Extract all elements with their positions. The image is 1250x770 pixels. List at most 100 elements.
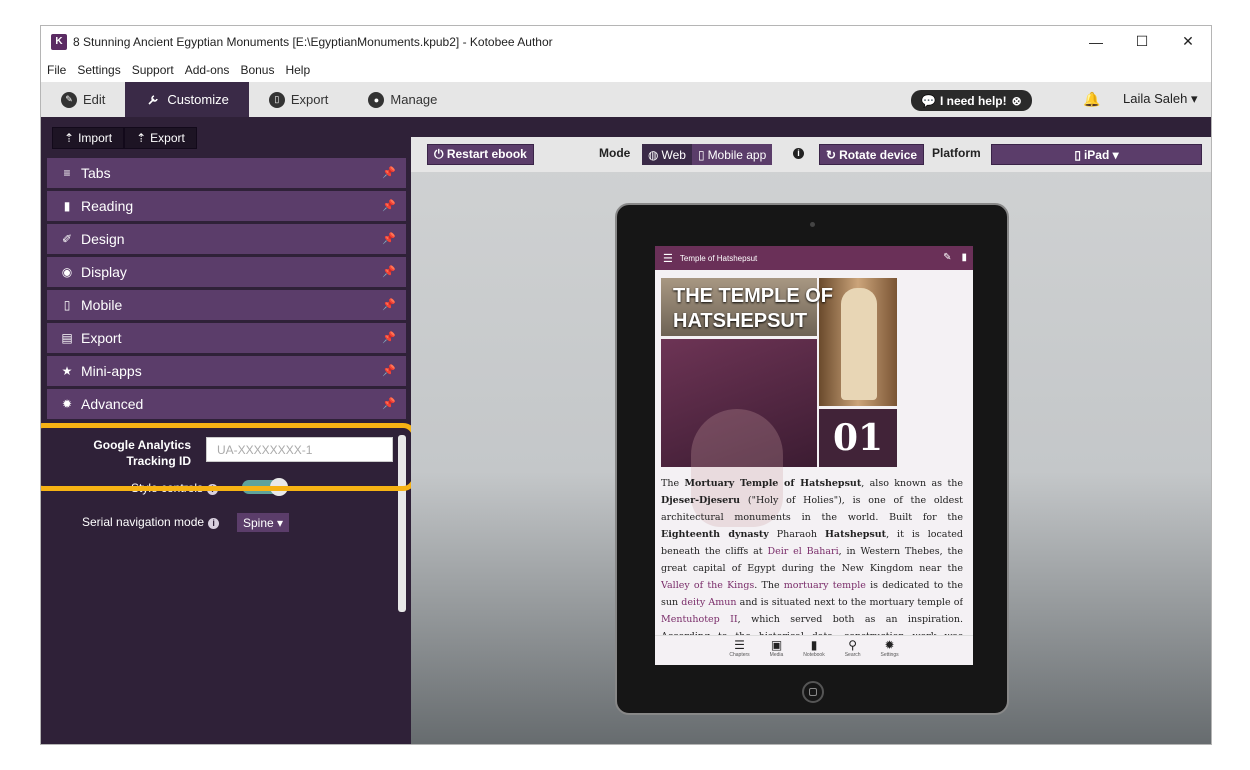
menu-file[interactable]: File [47,63,66,77]
section-label: Export [81,330,122,346]
app-logo-icon: K [51,33,67,50]
menu-support[interactable]: Support [132,63,174,77]
section-mobile[interactable]: ▯ Mobile 📌 [47,290,406,320]
hatshepsut-face-photo [661,339,817,527]
mode-mobile-button[interactable]: ▯ Mobile app [691,144,773,165]
chapters-icon: ☰ [734,638,745,652]
section-label: Tabs [81,165,111,181]
nav-notebook[interactable]: ▮ Notebook [803,638,824,665]
cover-title: THE TEMPLE OF HATSHEPSUT [673,285,833,332]
camera [810,222,815,227]
bookmark-icon[interactable]: ▮ [961,252,967,263]
tab-edit[interactable]: ✎ Edit [41,82,125,117]
brush-icon: ✐ [61,232,73,246]
pin-icon[interactable]: 📌 [382,166,396,179]
mode-web-label: Web [661,147,686,162]
section-label: Display [81,264,127,280]
gear-icon: ✹ [884,638,895,652]
pin-icon[interactable]: 📌 [382,364,396,377]
bookmark-icon: ▮ [63,199,71,213]
bell-icon[interactable]: 🔔 [1083,91,1100,108]
star-icon: ★ [61,364,73,378]
menu-settings[interactable]: Settings [77,63,120,77]
user-icon: ● [368,91,385,108]
gear-icon: ✹ [61,397,73,411]
close-circle-icon: ⊗ [1011,93,1022,108]
section-display[interactable]: ◉ Display 📌 [47,257,406,287]
mode-web-button[interactable]: ◍ Web [642,144,692,165]
platform-dropdown[interactable]: ▯ iPad ▾ [991,144,1202,165]
nav-settings[interactable]: ✹ Settings [881,638,899,665]
tab-export[interactable]: ▯ Export [249,82,349,117]
close-button[interactable]: ✕ [1165,26,1211,57]
user-menu[interactable]: Laila Saleh ▾ [1123,91,1197,107]
settings-sections: ≡ Tabs 📌 ▮ Reading 📌 ✐ Design 📌 ◉ Displa… [47,158,406,422]
chapter-number: 01 [819,409,897,467]
pdf-icon: ▤ [61,331,73,345]
maximize-button[interactable]: ☐ [1119,26,1165,57]
section-tabs[interactable]: ≡ Tabs 📌 [47,158,406,188]
info-icon[interactable]: i [793,148,804,159]
import-button[interactable]: ⇡ Import [52,127,125,149]
title-bar: K 8 Stunning Ancient Egyptian Monuments … [41,26,1211,57]
ebook-bottom-nav: ☰ Chapters ▣ Media ▮ Notebook ⚲ Search ✹ Sett… [655,635,973,665]
ebook-paragraph: The Mortuary Temple of Hatshepsut, also … [661,478,963,635]
nav-media[interactable]: ▣ Media [770,638,784,665]
export-label: Export [150,131,185,145]
preview-toolbar: ⏻ Restart ebook Mode ◍ Web ▯ Mobile app … [411,137,1211,172]
window-controls: — ☐ ✕ [1073,26,1211,57]
wrench-icon [145,92,161,108]
menu-bonus[interactable]: Bonus [240,63,274,77]
main-tab-bar: ✎ Edit Customize ▯ Export ● Manage 💬 I n… [41,82,1211,117]
rotate-device-button[interactable]: ↻ Rotate device [819,144,925,165]
pin-icon[interactable]: 📌 [382,298,396,311]
serial-navigation-row: Serial navigation mode i [82,515,220,529]
device-icon: ▯ [268,91,285,108]
tab-customize[interactable]: Customize [125,82,249,117]
pin-icon[interactable]: 📌 [382,397,396,410]
restart-ebook-button[interactable]: ⏻ Restart ebook [427,144,534,165]
menu-addons[interactable]: Add-ons [185,63,230,77]
mobile-icon: ▯ [63,298,71,312]
edit-note-icon[interactable]: ✎ [943,252,951,263]
list-icon: ≡ [63,166,71,180]
pin-icon[interactable]: 📌 [382,199,396,212]
tab-edit-label: Edit [83,92,106,107]
media-icon: ▣ [770,638,783,652]
rotate-icon: ↻ [826,147,837,162]
pin-icon[interactable]: 📌 [382,331,396,344]
help-button[interactable]: 💬 I need help! ⊗ [911,90,1032,111]
menu-icon[interactable]: ☰ [663,252,673,265]
export-settings-button[interactable]: ⇡ Export [124,127,197,149]
section-mini-apps[interactable]: ★ Mini-apps 📌 [47,356,406,386]
serial-navigation-dropdown[interactable]: Spine ▾ [237,513,290,532]
menu-bar: File Settings Support Add-ons Bonus Help [41,57,1211,82]
nav-search[interactable]: ⚲ Search [845,638,861,665]
section-export[interactable]: ▤ Export 📌 [47,323,406,353]
nav-label: Chapters [729,652,750,658]
menu-help[interactable]: Help [285,63,310,77]
rotate-label: Rotate device [839,147,918,162]
mode-label: Mode [599,146,631,160]
section-advanced[interactable]: ✹ Advanced 📌 [47,389,406,419]
nav-chapters[interactable]: ☰ Chapters [729,638,749,665]
home-button[interactable] [802,681,824,703]
upload-icon: ⇡ [136,131,147,145]
tab-export-label: Export [290,92,329,107]
minimize-button[interactable]: — [1073,26,1119,57]
section-label: Mini-apps [81,363,142,379]
pin-icon[interactable]: 📌 [382,265,396,278]
section-design[interactable]: ✐ Design 📌 [47,224,406,254]
nav-label: Settings [880,652,899,658]
pencil-icon: ✎ [61,91,77,108]
tab-manage[interactable]: ● Manage [348,82,457,117]
platform-label: Platform [932,146,981,160]
pin-icon[interactable]: 📌 [382,232,396,245]
serial-navigation-label: Serial navigation mode [82,515,205,529]
section-reading[interactable]: ▮ Reading 📌 [47,191,406,221]
chapter-title: Temple of Hatshepsut [679,253,758,263]
section-label: Advanced [81,396,144,412]
tab-customize-label: Customize [167,92,229,107]
eye-icon: ◉ [61,265,73,279]
info-icon[interactable]: i [208,518,220,529]
